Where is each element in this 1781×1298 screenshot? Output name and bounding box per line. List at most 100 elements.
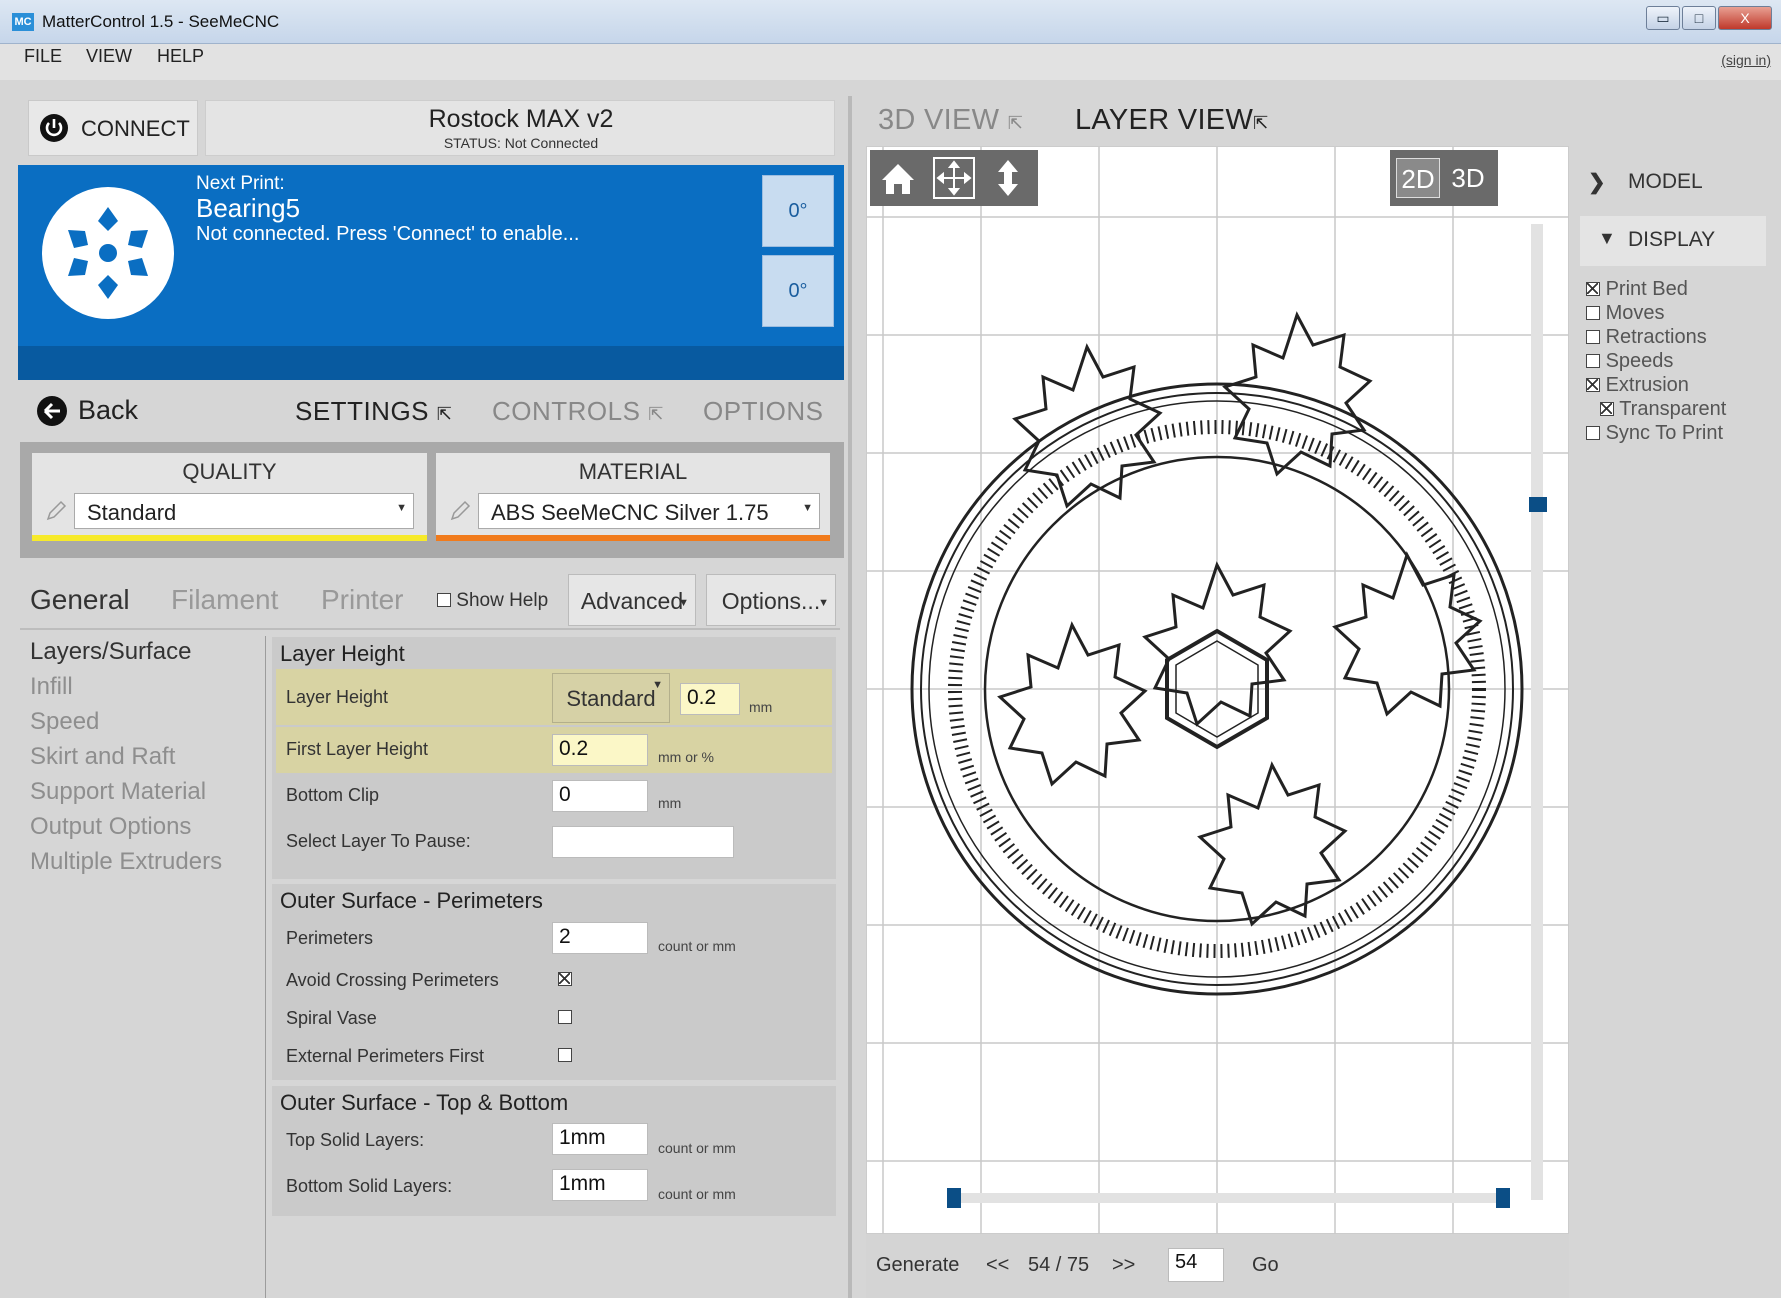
category-support-material[interactable]: Support Material xyxy=(30,778,206,806)
show-help-toggle[interactable]: Show Help xyxy=(437,590,548,612)
display-section-toggle[interactable]: ▼ DISPLAY xyxy=(1580,216,1766,266)
layer-height-input[interactable]: 0.2 xyxy=(680,683,740,715)
generate-button[interactable]: Generate xyxy=(876,1254,959,1277)
next-layer-button[interactable]: >> xyxy=(1112,1254,1135,1277)
menu-file[interactable]: FILE xyxy=(24,46,62,67)
zoom-icon[interactable] xyxy=(986,156,1030,200)
menu-help[interactable]: HELP xyxy=(157,46,204,67)
tab-options[interactable]: OPTIONS xyxy=(703,396,824,427)
tab-layer-view-label: LAYER VIEW xyxy=(1075,104,1254,136)
layer-viewport[interactable] xyxy=(866,146,1570,1235)
quality-select[interactable]: Standard ▼ xyxy=(74,493,414,529)
group-title: Outer Surface - Perimeters xyxy=(280,888,543,913)
layer-vertical-slider[interactable] xyxy=(1531,224,1543,1200)
quality-card: QUALITY Standard ▼ xyxy=(32,453,427,541)
tab-layer-view[interactable]: LAYER VIEW⇱ xyxy=(1075,104,1269,137)
tab-controls[interactable]: CONTROLS ⇱ xyxy=(492,396,664,427)
popout-icon[interactable]: ⇱ xyxy=(648,404,664,424)
checkbox[interactable] xyxy=(1586,354,1600,368)
checkbox[interactable] xyxy=(1586,426,1600,440)
category-output-options[interactable]: Output Options xyxy=(30,813,191,841)
pane-splitter[interactable] xyxy=(848,96,852,1298)
extruder-temp[interactable]: 0° xyxy=(762,175,834,247)
option-moves[interactable]: Moves xyxy=(1586,302,1664,325)
external-first-checkbox[interactable] xyxy=(558,1048,572,1062)
checkbox[interactable] xyxy=(1600,402,1614,416)
home-icon[interactable] xyxy=(876,156,920,200)
tab-settings[interactable]: SETTINGS ⇱ xyxy=(295,396,452,427)
material-select[interactable]: ABS SeeMeCNC Silver 1.75 ▼ xyxy=(478,493,820,529)
checkbox[interactable] xyxy=(1586,330,1600,344)
tab-general[interactable]: General xyxy=(30,584,130,616)
sign-in-link[interactable]: (sign in) xyxy=(1721,52,1771,68)
checkbox[interactable] xyxy=(1586,282,1600,296)
option-print-bed[interactable]: Print Bed xyxy=(1586,278,1688,301)
tab-printer[interactable]: Printer xyxy=(321,584,403,616)
avoid-crossing-checkbox[interactable] xyxy=(558,972,572,986)
popout-icon[interactable]: ⇱ xyxy=(1253,113,1268,133)
bed-temp[interactable]: 0° xyxy=(762,255,834,327)
layer-slider-thumb[interactable] xyxy=(1529,497,1547,512)
show-help-checkbox[interactable] xyxy=(437,593,451,607)
category-speed[interactable]: Speed xyxy=(30,708,99,736)
category-skirt-raft[interactable]: Skirt and Raft xyxy=(30,743,175,771)
perimeters-input[interactable]: 2 xyxy=(552,922,648,954)
part-thumbnail[interactable] xyxy=(40,185,176,321)
tab-settings-label: SETTINGS xyxy=(295,396,430,426)
row-pause-layer: Select Layer To Pause: xyxy=(276,819,832,865)
tab-3d-view-label: 3D VIEW xyxy=(878,104,1000,136)
option-transparent[interactable]: Transparent xyxy=(1600,398,1726,421)
bottom-clip-input[interactable]: 0 xyxy=(552,780,648,812)
minimize-button[interactable]: ▭ xyxy=(1646,6,1680,30)
popout-icon[interactable]: ⇱ xyxy=(1008,113,1023,133)
range-start-thumb[interactable] xyxy=(947,1188,961,1208)
bottom-solid-input[interactable]: 1mm xyxy=(552,1169,648,1201)
category-multiple-extruders[interactable]: Multiple Extruders xyxy=(30,848,222,876)
quality-title: QUALITY xyxy=(182,459,277,484)
pencil-icon[interactable] xyxy=(44,499,68,523)
option-sync-to-print[interactable]: Sync To Print xyxy=(1586,422,1723,445)
layer-range-slider[interactable] xyxy=(952,1193,1506,1203)
maximize-button[interactable]: □ xyxy=(1682,6,1716,30)
menu-view[interactable]: VIEW xyxy=(86,46,132,67)
pencil-icon[interactable] xyxy=(448,499,472,523)
category-infill[interactable]: Infill xyxy=(30,673,73,701)
spiral-vase-checkbox[interactable] xyxy=(558,1010,572,1024)
layer-height-preset[interactable]: Standard ▼ xyxy=(552,673,670,723)
printer-selector[interactable]: Rostock MAX v2 STATUS: Not Connected xyxy=(205,100,835,156)
pause-layer-input[interactable] xyxy=(552,826,734,858)
prev-layer-button[interactable]: << xyxy=(986,1254,1009,1277)
popout-icon[interactable]: ⇱ xyxy=(437,404,453,424)
option-speeds[interactable]: Speeds xyxy=(1586,350,1673,373)
option-extrusion[interactable]: Extrusion xyxy=(1586,374,1689,397)
move-icon[interactable] xyxy=(932,156,976,200)
view-3d-button[interactable]: 3D xyxy=(1446,158,1490,198)
row-layer-height: Layer Height Standard ▼ 0.2 mm xyxy=(276,669,832,725)
tab-filament[interactable]: Filament xyxy=(171,584,278,616)
advanced-dropdown[interactable]: Advanced ▼ xyxy=(568,574,696,626)
options-dropdown[interactable]: Options... ▼ xyxy=(706,574,836,626)
unit-label: count or mm xyxy=(658,1140,736,1156)
range-end-thumb[interactable] xyxy=(1496,1188,1510,1208)
option-retractions[interactable]: Retractions xyxy=(1586,326,1707,349)
printer-name: Rostock MAX v2 xyxy=(428,105,614,133)
checkbox[interactable] xyxy=(1586,378,1600,392)
category-layers-surface[interactable]: Layers/Surface xyxy=(30,638,191,666)
connect-button[interactable]: CONNECT xyxy=(28,100,198,156)
menu-bar xyxy=(0,44,1781,80)
close-button[interactable]: X xyxy=(1718,6,1772,30)
tab-3d-view[interactable]: 3D VIEW ⇱ xyxy=(878,104,1023,137)
checkbox[interactable] xyxy=(1586,306,1600,320)
view-2d-button[interactable]: 2D xyxy=(1396,158,1440,198)
back-label: Back xyxy=(78,395,139,425)
first-layer-height-input[interactable]: 0.2 xyxy=(552,734,648,766)
model-section-toggle[interactable]: ❯ MODEL xyxy=(1580,158,1766,208)
part-name: Bearing5 xyxy=(196,193,301,223)
window-title: MatterControl 1.5 - SeeMeCNC xyxy=(42,12,280,31)
top-solid-input[interactable]: 1mm xyxy=(552,1123,648,1155)
print-status-message: Not connected. Press 'Connect' to enable… xyxy=(196,223,580,245)
printer-status: STATUS: Not Connected xyxy=(443,135,599,151)
go-button[interactable]: Go xyxy=(1252,1254,1279,1277)
layer-input[interactable]: 54 xyxy=(1168,1248,1224,1282)
option-label: Speeds xyxy=(1605,350,1674,372)
